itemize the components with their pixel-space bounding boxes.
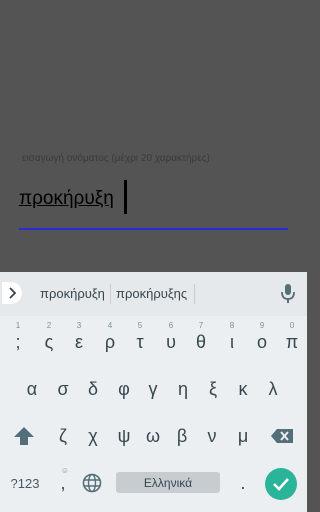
chevron-right-icon[interactable]: [2, 282, 22, 304]
key-row2-0[interactable]: α: [17, 372, 47, 406]
shift-icon: [14, 427, 34, 445]
key-row1-4[interactable]: τ: [125, 325, 155, 359]
key-row3-2[interactable]: ψ: [109, 419, 139, 453]
key-row1-0[interactable]: ;: [3, 325, 33, 359]
suggestion-divider: [110, 284, 111, 304]
input-hint: εισαγωγή ονόματος (μέχρι 20 χαρακτήρες): [22, 153, 210, 164]
key-row1-6[interactable]: θ: [186, 325, 216, 359]
space-key[interactable]: Ελληνικά: [116, 472, 220, 493]
key-row2-4[interactable]: γ: [138, 372, 168, 406]
enter-key[interactable]: [265, 468, 297, 500]
name-input[interactable]: προκήρυξη: [19, 178, 288, 230]
key-row1-5[interactable]: υ: [156, 325, 186, 359]
globe-icon: [82, 473, 102, 493]
key-row3-1[interactable]: χ: [78, 419, 108, 453]
comma-label: ,: [60, 472, 66, 493]
comma-key[interactable]: , ☺: [48, 466, 78, 500]
checkmark-icon: [273, 478, 289, 491]
key-row1-2[interactable]: ε: [64, 325, 94, 359]
emoji-hint: ☺: [60, 466, 69, 475]
key-row2-3[interactable]: φ: [109, 372, 139, 406]
key-row3-6[interactable]: μ: [228, 419, 258, 453]
period-key[interactable]: .: [228, 466, 258, 500]
key-row3-3[interactable]: ω: [138, 419, 168, 453]
backspace-icon: [271, 429, 293, 443]
suggestion-bar: προκήρυξη προκήρυξης: [0, 272, 307, 316]
key-row3-0[interactable]: ζ: [48, 419, 78, 453]
key-row2-8[interactable]: λ: [258, 372, 288, 406]
key-row1-8[interactable]: ο: [247, 325, 277, 359]
input-value: προκήρυξη: [19, 188, 114, 209]
suggestion-divider: [194, 284, 195, 304]
key-row2-1[interactable]: σ: [48, 372, 78, 406]
text-cursor: [124, 180, 127, 214]
keyboard: προκήρυξη προκήρυξης 1; 2 ς 3 ε 4 ρ 5 τ 6 υ 7 θ 8 ι 9 ο 0…: [0, 272, 307, 512]
key-row1-9[interactable]: π: [277, 325, 307, 359]
backspace-key[interactable]: [267, 419, 297, 453]
shift-key[interactable]: [9, 419, 39, 453]
key-row1-3[interactable]: ρ: [95, 325, 125, 359]
key-row3-5[interactable]: ν: [197, 419, 227, 453]
microphone-icon[interactable]: [279, 283, 297, 305]
key-row3-4[interactable]: β: [167, 419, 197, 453]
key-row2-6[interactable]: ξ: [198, 372, 228, 406]
globe-key[interactable]: [77, 466, 107, 500]
key-row1-1[interactable]: ς: [34, 325, 64, 359]
key-row2-2[interactable]: δ: [78, 372, 108, 406]
symbols-key[interactable]: ?123: [8, 466, 42, 500]
suggestion-2[interactable]: προκήρυξης: [116, 286, 187, 301]
key-row1-7[interactable]: ι: [217, 325, 247, 359]
suggestion-1[interactable]: προκήρυξη: [40, 286, 105, 301]
key-row2-7[interactable]: κ: [228, 372, 258, 406]
key-row2-5[interactable]: η: [168, 372, 198, 406]
dialog-area: εισαγωγή ονόματος (μέχρι 20 χαρακτήρες) …: [0, 0, 307, 272]
